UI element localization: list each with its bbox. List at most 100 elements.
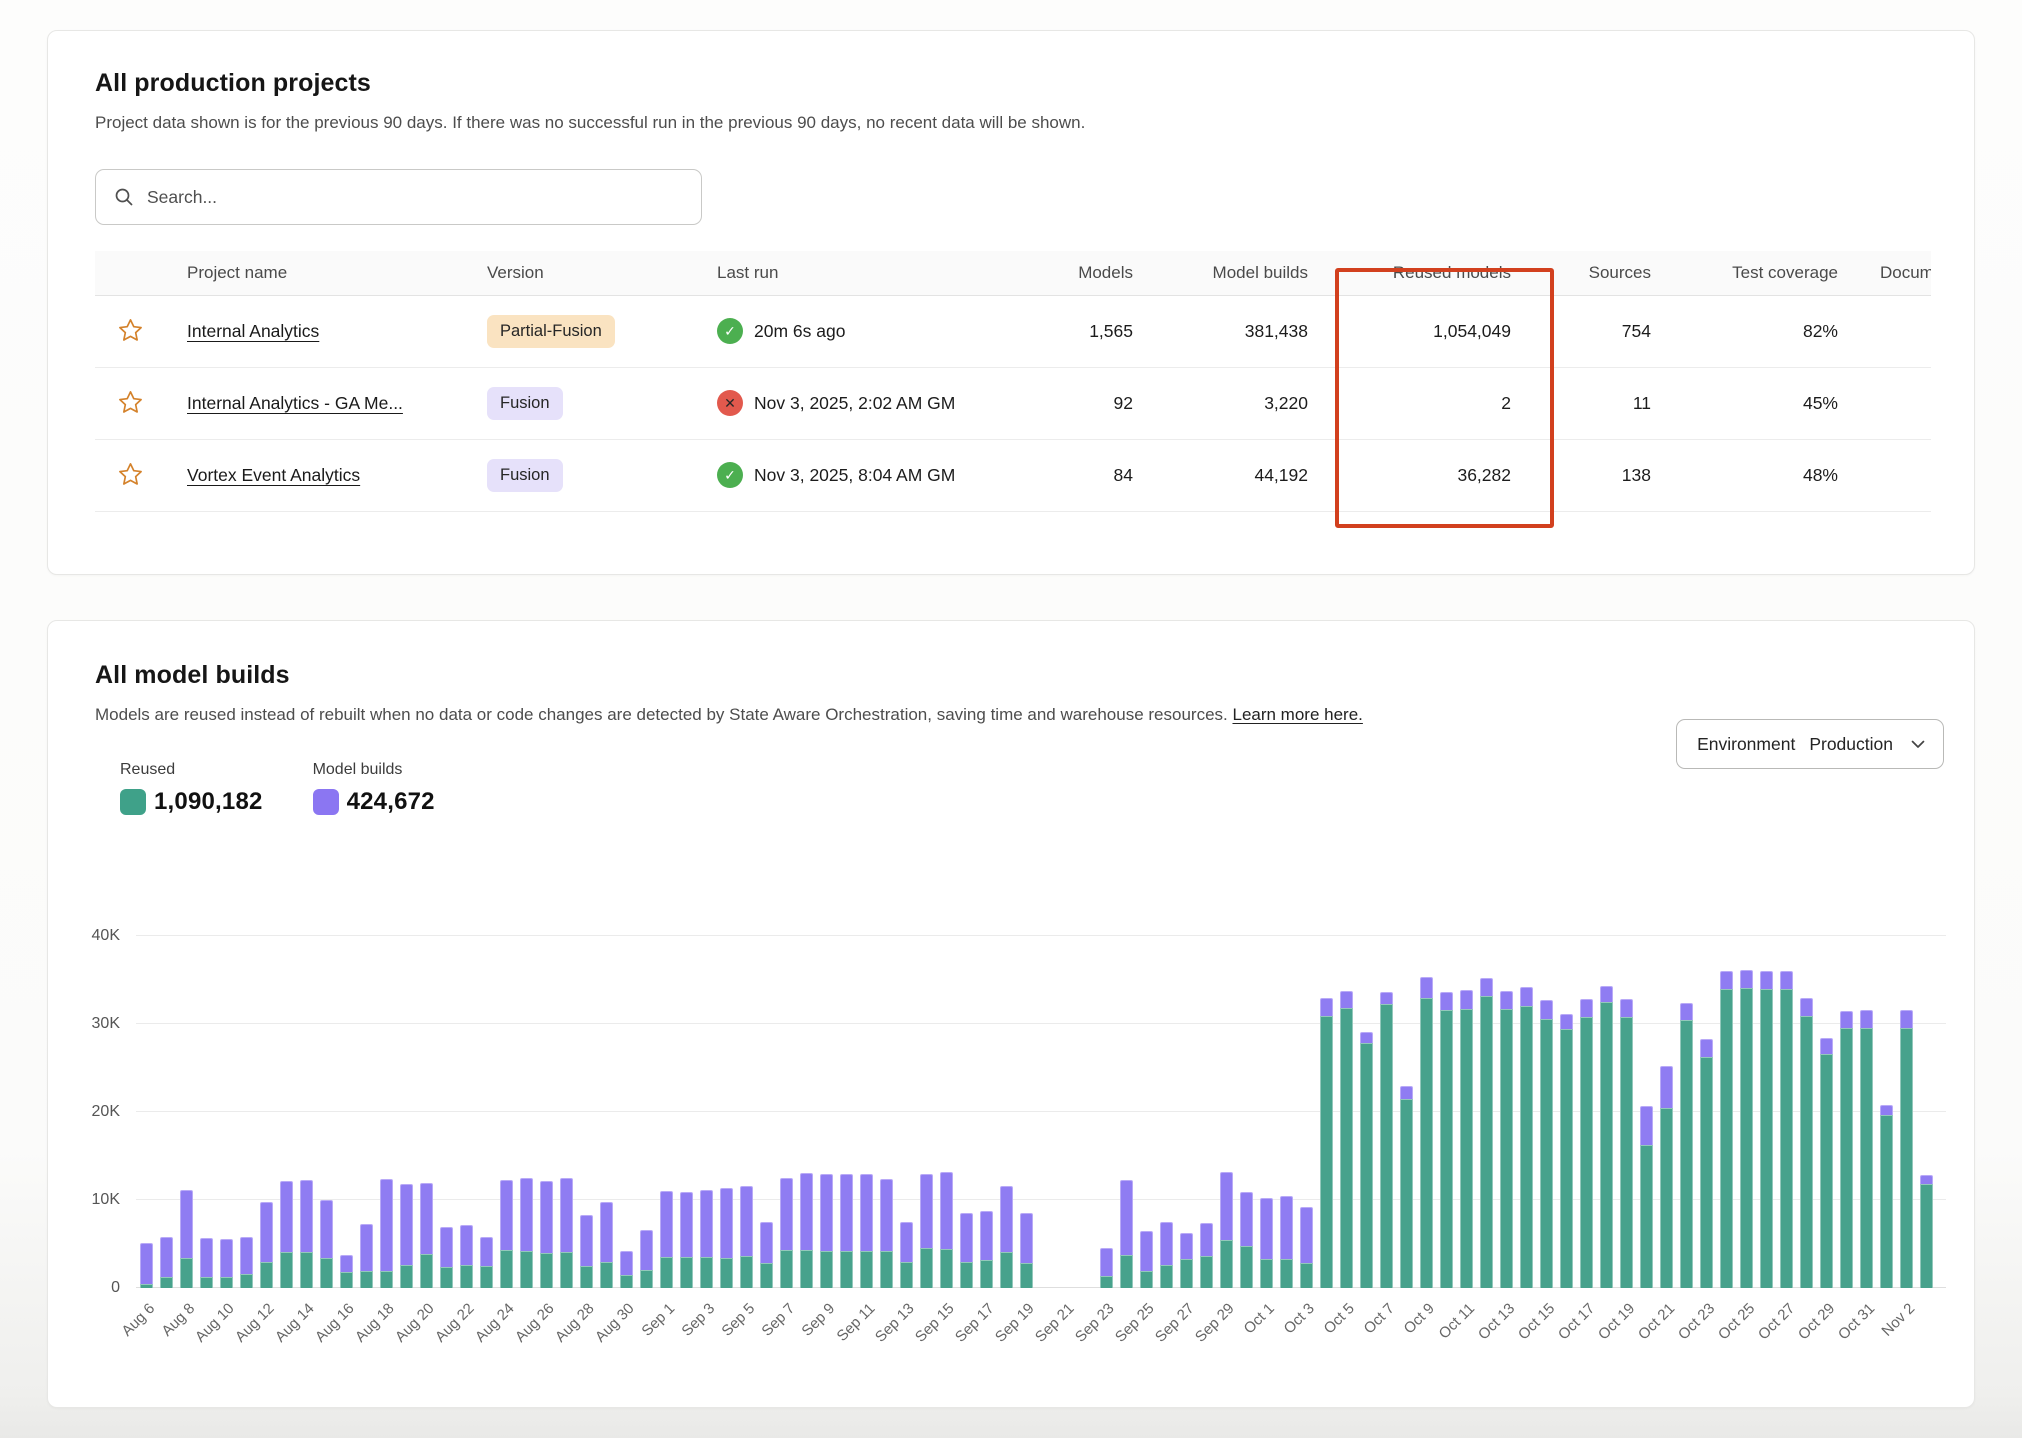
chart-bar[interactable] [1316,936,1336,1288]
chart-bar[interactable] [756,936,776,1288]
chart-bar[interactable] [876,936,896,1288]
chart-bar[interactable]: Sep 7 [776,936,796,1288]
chart-bar[interactable] [676,936,696,1288]
chart-bar[interactable]: Sep 9 [816,936,836,1288]
project-name-link[interactable]: Vortex Event Analytics [187,465,360,485]
chart-bar[interactable] [1916,936,1936,1288]
chart-bar[interactable]: Oct 17 [1576,936,1596,1288]
chart-bar[interactable] [356,936,376,1288]
chart-bar[interactable] [196,936,216,1288]
search-input[interactable] [147,187,683,208]
chart-bar[interactable]: Sep 29 [1216,936,1236,1288]
chart-bar[interactable]: Sep 5 [736,936,756,1288]
chart-bar[interactable]: Oct 23 [1696,936,1716,1288]
search-box[interactable] [95,169,702,225]
chart-bar[interactable] [436,936,456,1288]
chart-bar[interactable]: Sep 27 [1176,936,1196,1288]
chart-bar[interactable]: Oct 1 [1256,936,1276,1288]
chart-bar[interactable] [916,936,936,1288]
chart-bar[interactable]: Aug 8 [176,936,196,1288]
chart-bar[interactable] [956,936,976,1288]
chart-bar[interactable]: Oct 15 [1536,936,1556,1288]
chart-bar[interactable] [796,936,816,1288]
chart-bar[interactable] [1276,936,1296,1288]
chart-bar[interactable] [236,936,256,1288]
chart-bar[interactable]: Sep 11 [856,936,876,1288]
chart-bar[interactable]: Oct 19 [1616,936,1636,1288]
chart-bar[interactable]: Oct 11 [1456,936,1476,1288]
chart-bar[interactable] [316,936,336,1288]
chart-bar[interactable]: Aug 24 [496,936,516,1288]
chart-bar[interactable] [1036,936,1056,1288]
project-name-link[interactable]: Internal Analytics - GA Me... [187,393,403,413]
chart-bar[interactable] [1076,936,1096,1288]
chart-bar[interactable]: Aug 18 [376,936,396,1288]
chart-bar[interactable] [596,936,616,1288]
chart-bar[interactable]: Aug 26 [536,936,556,1288]
chart-bar[interactable]: Aug 6 [136,936,156,1288]
project-name-link[interactable]: Internal Analytics [187,321,319,341]
chart-bar[interactable]: Aug 14 [296,936,316,1288]
chart-bar[interactable] [1396,936,1416,1288]
chart-bar[interactable]: Oct 13 [1496,936,1516,1288]
chart-bar[interactable] [556,936,576,1288]
chart-bar[interactable]: Sep 19 [1016,936,1036,1288]
chart-bar[interactable]: Sep 1 [656,936,676,1288]
chart-bar[interactable]: Aug 30 [616,936,636,1288]
chart-bar[interactable]: Oct 31 [1856,936,1876,1288]
chart-bar[interactable] [276,936,296,1288]
chart-bar[interactable]: Oct 5 [1336,936,1356,1288]
chart-bar[interactable] [516,936,536,1288]
chart-bar[interactable] [996,936,1016,1288]
chart-bar[interactable] [1516,936,1536,1288]
chart-bar[interactable] [836,936,856,1288]
chart-bar[interactable] [1796,936,1816,1288]
chart-bar[interactable]: Sep 15 [936,936,956,1288]
chart-bar[interactable]: Oct 7 [1376,936,1396,1288]
chart-bar[interactable]: Sep 13 [896,936,916,1288]
chart-bar[interactable]: Oct 9 [1416,936,1436,1288]
chart-bar[interactable] [1116,936,1136,1288]
chart-bar[interactable]: Aug 12 [256,936,276,1288]
chart-bar[interactable] [396,936,416,1288]
chart-bar[interactable]: Aug 28 [576,936,596,1288]
favorite-star-button[interactable] [113,457,148,492]
favorite-star-button[interactable] [113,385,148,420]
chart-bar[interactable]: Sep 25 [1136,936,1156,1288]
learn-more-link[interactable]: Learn more here. [1232,705,1362,724]
chart-bar[interactable] [1596,936,1616,1288]
environment-select[interactable]: Environment Production [1676,719,1944,769]
chart-bar[interactable]: Aug 20 [416,936,436,1288]
chart-bar[interactable] [1756,936,1776,1288]
chart-bar[interactable] [476,936,496,1288]
chart-bar[interactable]: Oct 25 [1736,936,1756,1288]
chart-bar[interactable]: Oct 27 [1776,936,1796,1288]
chart-bar[interactable] [1436,936,1456,1288]
chart-bar[interactable] [156,936,176,1288]
chart-bar[interactable] [636,936,656,1288]
chart-bar[interactable]: Oct 21 [1656,936,1676,1288]
chart-bar[interactable] [1476,936,1496,1288]
chart-bar[interactable] [1836,936,1856,1288]
chart-bar[interactable] [1716,936,1736,1288]
chart-bar[interactable] [1196,936,1216,1288]
chart-bar[interactable] [1876,936,1896,1288]
chart-bar[interactable]: Aug 10 [216,936,236,1288]
chart-bar[interactable] [1356,936,1376,1288]
chart-bar[interactable]: Oct 29 [1816,936,1836,1288]
chart-bar[interactable]: Sep 3 [696,936,716,1288]
chart-bar[interactable] [716,936,736,1288]
chart-bar[interactable]: Nov 2 [1896,936,1916,1288]
favorite-star-button[interactable] [113,313,148,348]
chart-bar[interactable]: Sep 23 [1096,936,1116,1288]
chart-bar[interactable] [1156,936,1176,1288]
chart-bar[interactable] [1636,936,1656,1288]
chart-bar[interactable]: Sep 17 [976,936,996,1288]
chart-bar[interactable]: Aug 22 [456,936,476,1288]
chart-bar[interactable]: Oct 3 [1296,936,1316,1288]
chart-bar[interactable]: Aug 16 [336,936,356,1288]
chart-bar[interactable] [1556,936,1576,1288]
chart-bar[interactable]: Sep 21 [1056,936,1076,1288]
chart-bar[interactable] [1676,936,1696,1288]
chart-bar[interactable] [1236,936,1256,1288]
